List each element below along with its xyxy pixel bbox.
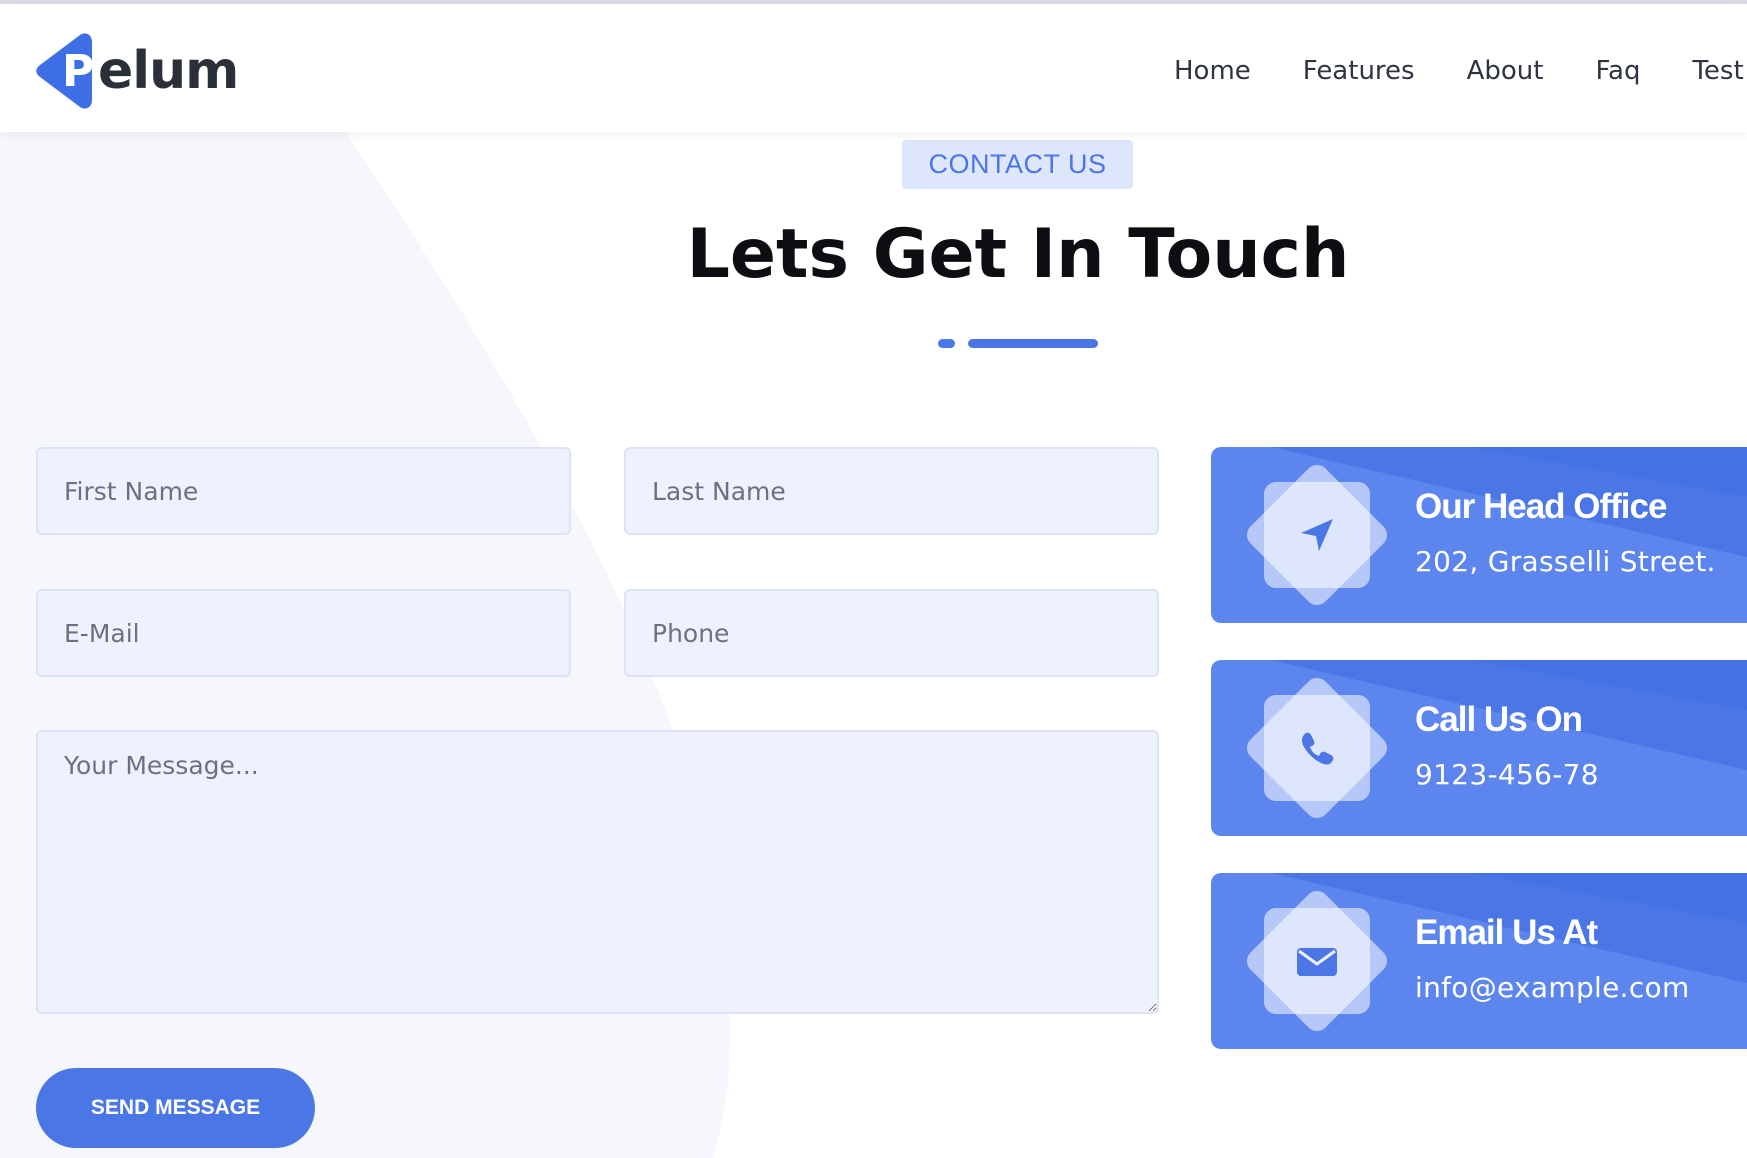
title-underline-dot xyxy=(938,339,955,348)
message-textarea[interactable] xyxy=(36,730,1159,1014)
section-badge: CONTACT US xyxy=(902,140,1133,189)
nav-item-about[interactable]: About xyxy=(1467,54,1544,88)
card-icon-badge xyxy=(1242,673,1392,823)
info-card-head-office: Our Head Office 202, Grasselli Street. xyxy=(1211,447,1747,623)
phone-input[interactable] xyxy=(624,589,1159,677)
card-title: Email Us At xyxy=(1415,913,1598,952)
send-message-button[interactable]: SEND MESSAGE xyxy=(36,1068,315,1148)
nav-item-features[interactable]: Features xyxy=(1303,54,1415,88)
card-text: 9123-456-78 xyxy=(1415,758,1599,791)
logo-mark-icon: P xyxy=(34,32,100,110)
site-header: P elum Home Features About Faq Test xyxy=(0,4,1747,132)
phone-icon xyxy=(1302,732,1334,765)
nav-item-faq[interactable]: Faq xyxy=(1595,54,1640,88)
info-card-phone: Call Us On 9123-456-78 xyxy=(1211,660,1747,836)
card-icon-badge xyxy=(1242,886,1392,1036)
nav-item-testimonials[interactable]: Test xyxy=(1692,54,1743,88)
section-title: Lets Get In Touch xyxy=(686,215,1350,294)
first-name-input[interactable] xyxy=(36,447,571,535)
card-text: 202, Grasselli Street. xyxy=(1415,545,1716,578)
nav-item-home[interactable]: Home xyxy=(1174,54,1251,88)
card-title: Our Head Office xyxy=(1415,487,1667,526)
contact-page: P elum Home Features About Faq Test CONT… xyxy=(0,0,1747,1158)
logo[interactable]: P elum xyxy=(34,32,239,110)
location-arrow-icon xyxy=(1301,519,1333,551)
card-title: Call Us On xyxy=(1415,700,1583,739)
title-underline-bar xyxy=(968,339,1098,348)
card-text: info@example.com xyxy=(1415,971,1690,1004)
card-icon-badge xyxy=(1242,460,1392,610)
logo-text: elum xyxy=(98,41,239,101)
logo-letter: P xyxy=(62,46,94,97)
info-card-email: Email Us At info@example.com xyxy=(1211,873,1747,1049)
main-nav: Home Features About Faq Test xyxy=(1174,54,1747,88)
last-name-input[interactable] xyxy=(624,447,1159,535)
email-input[interactable] xyxy=(36,589,571,677)
envelope-icon xyxy=(1297,948,1337,976)
